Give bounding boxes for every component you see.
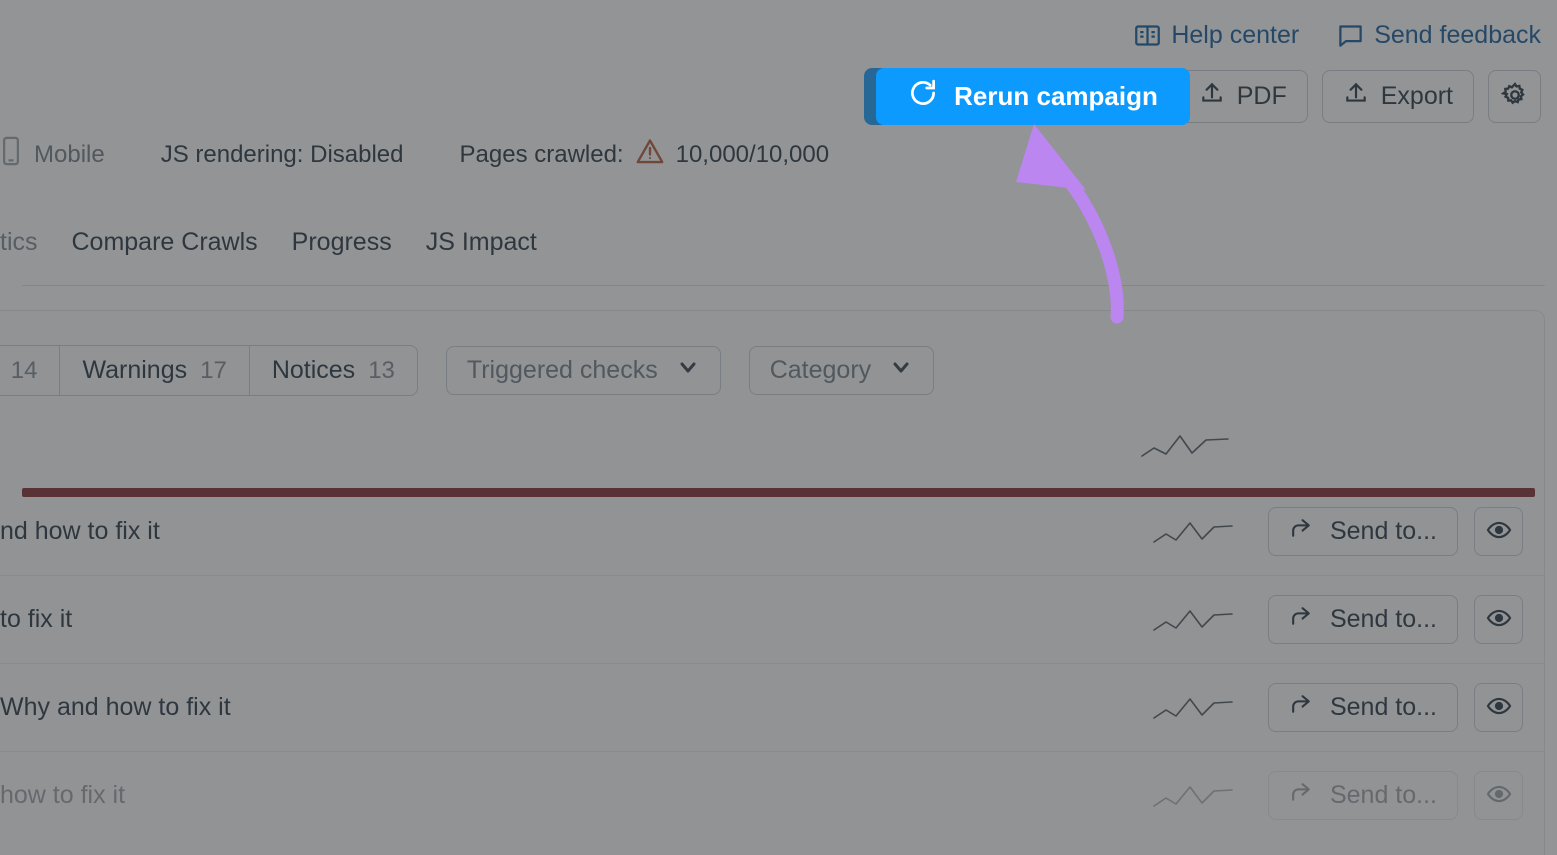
sparkline-icon [1110,428,1260,462]
refresh-icon [908,78,938,115]
pages-crawled-label: Pages crawled: [459,140,624,168]
send-to-button[interactable]: Send to... [1267,683,1458,732]
share-arrow-icon [1289,604,1314,636]
issue-title: Why and how to fix it [0,693,1118,722]
screenshot-root: Help center Send feedback PDF Export Mob… [0,0,1557,855]
tab-statistics[interactable]: tics [0,228,38,265]
tab-compare-crawls[interactable]: Compare Crawls [72,228,258,265]
issue-title: to fix it [0,605,1118,634]
eye-icon [1486,693,1512,722]
send-to-button[interactable]: Send to... [1267,595,1458,644]
view-issue-button[interactable] [1474,771,1523,820]
chat-bubble-icon [1337,22,1364,49]
tab-progress[interactable]: Progress [292,228,392,265]
tab-js-impact[interactable]: JS Impact [426,228,537,265]
table-row[interactable]: Why and how to fix it Send to... [0,664,1545,752]
eye-icon [1486,781,1512,810]
row-actions: Send to... [1267,683,1545,732]
pdf-button[interactable]: PDF [1177,70,1308,123]
chevron-down-icon [676,355,700,386]
view-issue-button[interactable] [1474,595,1523,644]
segment-notices-label: Notices [271,356,356,384]
segment-warnings-count: 17 [200,356,227,384]
sparkline-icon [1118,516,1268,548]
upload-icon [1199,80,1225,113]
send-to-button[interactable]: Send to... [1267,771,1458,820]
device-meta: Mobile [0,136,105,173]
pages-crawled-value: 10,000/10,000 [675,140,830,168]
segment-warnings-label: Warnings [82,356,188,384]
row-actions: Send to... [1267,595,1545,644]
severity-segmented-control: ors 14 Warnings 17 Notices 13 [0,345,418,396]
eye-icon [1486,605,1512,634]
triggered-checks-label: Triggered checks [466,356,658,384]
segment-warnings[interactable]: Warnings 17 [60,346,250,395]
issue-title: nd how to fix it [0,517,1118,546]
table-header-row [0,420,1545,497]
warning-triangle-icon [636,138,664,171]
send-to-label: Send to... [1329,781,1437,809]
segment-notices-count: 13 [368,356,395,384]
mobile-device-icon [0,136,22,173]
sparkline-icon [1118,692,1268,724]
device-label: Mobile [34,140,105,168]
segment-errors-count: 14 [10,356,38,384]
sparkline-icon [1118,604,1268,636]
send-to-label: Send to... [1329,517,1437,545]
utility-links: Help center Send feedback [1134,22,1541,49]
issue-title: how to fix it [0,781,1118,810]
share-arrow-icon [1289,516,1314,548]
help-center-link[interactable]: Help center [1134,22,1299,49]
send-feedback-label: Send feedback [1374,21,1541,49]
send-to-label: Send to... [1329,605,1437,633]
upload-icon [1343,80,1369,113]
pdf-label: PDF [1236,82,1287,110]
rerun-campaign-button-highlighted[interactable]: Rerun campaign [876,68,1190,125]
segment-errors[interactable]: ors 14 [0,346,61,395]
share-arrow-icon [1289,692,1314,724]
book-icon [1134,22,1161,49]
row-actions: Send to... [1267,507,1545,556]
send-to-label: Send to... [1329,693,1437,721]
tabs-divider [22,285,1545,286]
table-row[interactable]: how to fix it Send to... [0,752,1545,840]
triggered-checks-dropdown[interactable]: Triggered checks [445,346,721,395]
row-actions: Send to... [1267,771,1545,820]
view-issue-button[interactable] [1474,507,1523,556]
rerun-campaign-highlighted-label: Rerun campaign [954,81,1158,111]
eye-icon [1486,517,1512,546]
js-rendering-label: JS rendering: Disabled [160,140,404,168]
app-surface: Help center Send feedback PDF Export Mob… [0,0,1557,855]
crawl-meta-row: Mobile JS rendering: Disabled Pages craw… [0,136,829,173]
share-arrow-icon [1289,780,1314,812]
export-button[interactable]: Export [1321,70,1474,123]
pages-crawled-meta: Pages crawled: 10,000/10,000 [459,138,830,171]
send-feedback-link[interactable]: Send feedback [1337,22,1541,49]
issue-filter-row: ors 14 Warnings 17 Notices 13 Triggered … [0,345,935,396]
table-row[interactable]: to fix it Send to... [0,576,1545,664]
report-tabs: tics Compare Crawls Progress JS Impact [0,228,537,265]
category-label: Category [769,356,872,384]
settings-button[interactable] [1488,70,1541,123]
view-issue-button[interactable] [1474,683,1523,732]
help-center-label: Help center [1171,21,1300,49]
category-dropdown[interactable]: Category [748,346,935,395]
gear-icon [1499,81,1529,112]
js-rendering-meta: JS rendering: Disabled [161,141,404,169]
issues-table: nd how to fix it Send to... to fix it Se… [0,420,1545,840]
sparkline-icon [1118,780,1268,812]
segment-notices[interactable]: Notices 13 [250,346,417,395]
export-label: Export [1380,82,1453,110]
chevron-down-icon [889,355,913,386]
table-row[interactable]: nd how to fix it Send to... [0,488,1545,576]
send-to-button[interactable]: Send to... [1267,507,1458,556]
